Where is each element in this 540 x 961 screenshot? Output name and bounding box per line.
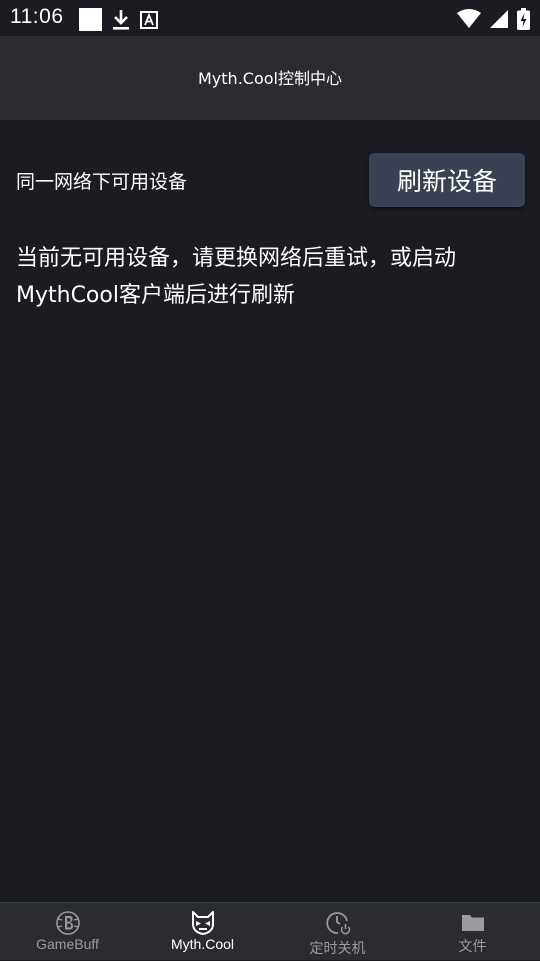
- refresh-devices-button[interactable]: 刷新设备: [369, 153, 525, 207]
- notification-square-icon: [79, 8, 102, 31]
- device-panel: 同一网络下可用设备 刷新设备 当前无可用设备，请更换网络后重试，或启动MythC…: [0, 120, 540, 902]
- nav-item-gamebuff[interactable]: GameBuff: [0, 903, 135, 961]
- status-system-icons: [457, 8, 530, 30]
- status-notification-icons: [79, 8, 158, 31]
- signal-icon: [490, 10, 508, 28]
- gamebuff-logo-icon: [55, 910, 81, 936]
- nav-label-files: 文件: [458, 938, 487, 954]
- mythcool-mask-icon: [190, 910, 216, 936]
- nav-label-timed-shutdown: 定时关机: [309, 940, 366, 956]
- app-title: Myth.Cool控制中心: [198, 69, 342, 88]
- text-a-icon: [140, 10, 158, 29]
- nav-item-timed-shutdown[interactable]: 定时关机: [270, 903, 405, 961]
- no-devices-message: 当前无可用设备，请更换网络后重试，或启动MythCool客户端后进行刷新: [16, 246, 457, 308]
- wifi-icon: [457, 9, 481, 28]
- download-icon: [113, 9, 129, 30]
- available-devices-label: 同一网络下可用设备: [16, 171, 188, 193]
- nav-item-mythcool[interactable]: Myth.Cool: [135, 903, 270, 961]
- bottom-navigation: GameBuff Myth.Cool 定时关机 文件: [0, 902, 540, 960]
- battery-charging-icon: [517, 8, 530, 30]
- folder-icon: [460, 910, 486, 936]
- status-time: 11:06: [10, 5, 64, 28]
- nav-label-gamebuff: GameBuff: [36, 936, 99, 952]
- timer-power-icon: [325, 910, 351, 936]
- app-bar: Myth.Cool控制中心: [0, 36, 540, 120]
- nav-item-files[interactable]: 文件: [405, 903, 540, 961]
- status-bar: 11:06: [0, 0, 540, 36]
- nav-label-mythcool: Myth.Cool: [170, 936, 235, 952]
